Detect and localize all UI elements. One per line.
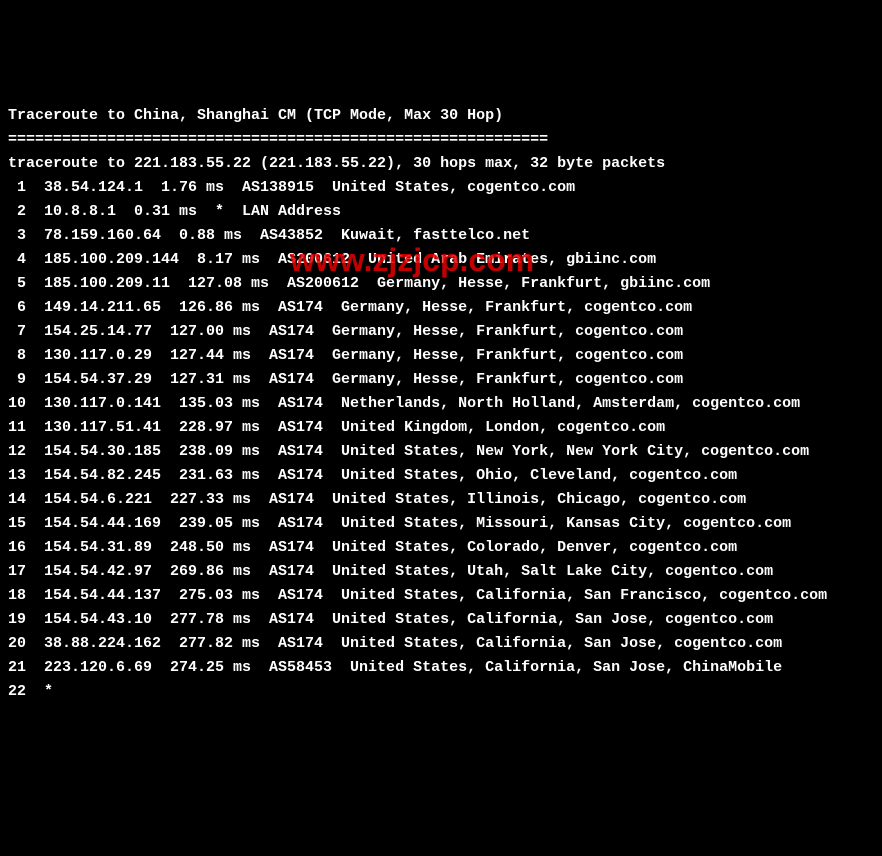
output-line: 4 185.100.209.144 8.17 ms AS200612 Unite…: [8, 248, 874, 272]
output-line: 15 154.54.44.169 239.05 ms AS174 United …: [8, 512, 874, 536]
output-line: 18 154.54.44.137 275.03 ms AS174 United …: [8, 584, 874, 608]
output-line: 1 38.54.124.1 1.76 ms AS138915 United St…: [8, 176, 874, 200]
output-line: ========================================…: [8, 128, 874, 152]
output-line: 19 154.54.43.10 277.78 ms AS174 United S…: [8, 608, 874, 632]
output-line: 7 154.25.14.77 127.00 ms AS174 Germany, …: [8, 320, 874, 344]
output-line: 14 154.54.6.221 227.33 ms AS174 United S…: [8, 488, 874, 512]
output-line: 12 154.54.30.185 238.09 ms AS174 United …: [8, 440, 874, 464]
output-line: 21 223.120.6.69 274.25 ms AS58453 United…: [8, 656, 874, 680]
terminal-output: Traceroute to China, Shanghai CM (TCP Mo…: [8, 104, 874, 704]
output-line: 3 78.159.160.64 0.88 ms AS43852 Kuwait, …: [8, 224, 874, 248]
output-line: 9 154.54.37.29 127.31 ms AS174 Germany, …: [8, 368, 874, 392]
output-line: 16 154.54.31.89 248.50 ms AS174 United S…: [8, 536, 874, 560]
output-line: 2 10.8.8.1 0.31 ms * LAN Address: [8, 200, 874, 224]
output-line: Traceroute to China, Shanghai CM (TCP Mo…: [8, 104, 874, 128]
output-line: traceroute to 221.183.55.22 (221.183.55.…: [8, 152, 874, 176]
output-line: 13 154.54.82.245 231.63 ms AS174 United …: [8, 464, 874, 488]
output-line: 5 185.100.209.11 127.08 ms AS200612 Germ…: [8, 272, 874, 296]
output-line: 20 38.88.224.162 277.82 ms AS174 United …: [8, 632, 874, 656]
output-line: 8 130.117.0.29 127.44 ms AS174 Germany, …: [8, 344, 874, 368]
output-line: 17 154.54.42.97 269.86 ms AS174 United S…: [8, 560, 874, 584]
output-line: 6 149.14.211.65 126.86 ms AS174 Germany,…: [8, 296, 874, 320]
output-line: 10 130.117.0.141 135.03 ms AS174 Netherl…: [8, 392, 874, 416]
output-line: 11 130.117.51.41 228.97 ms AS174 United …: [8, 416, 874, 440]
output-line: 22 *: [8, 680, 874, 704]
